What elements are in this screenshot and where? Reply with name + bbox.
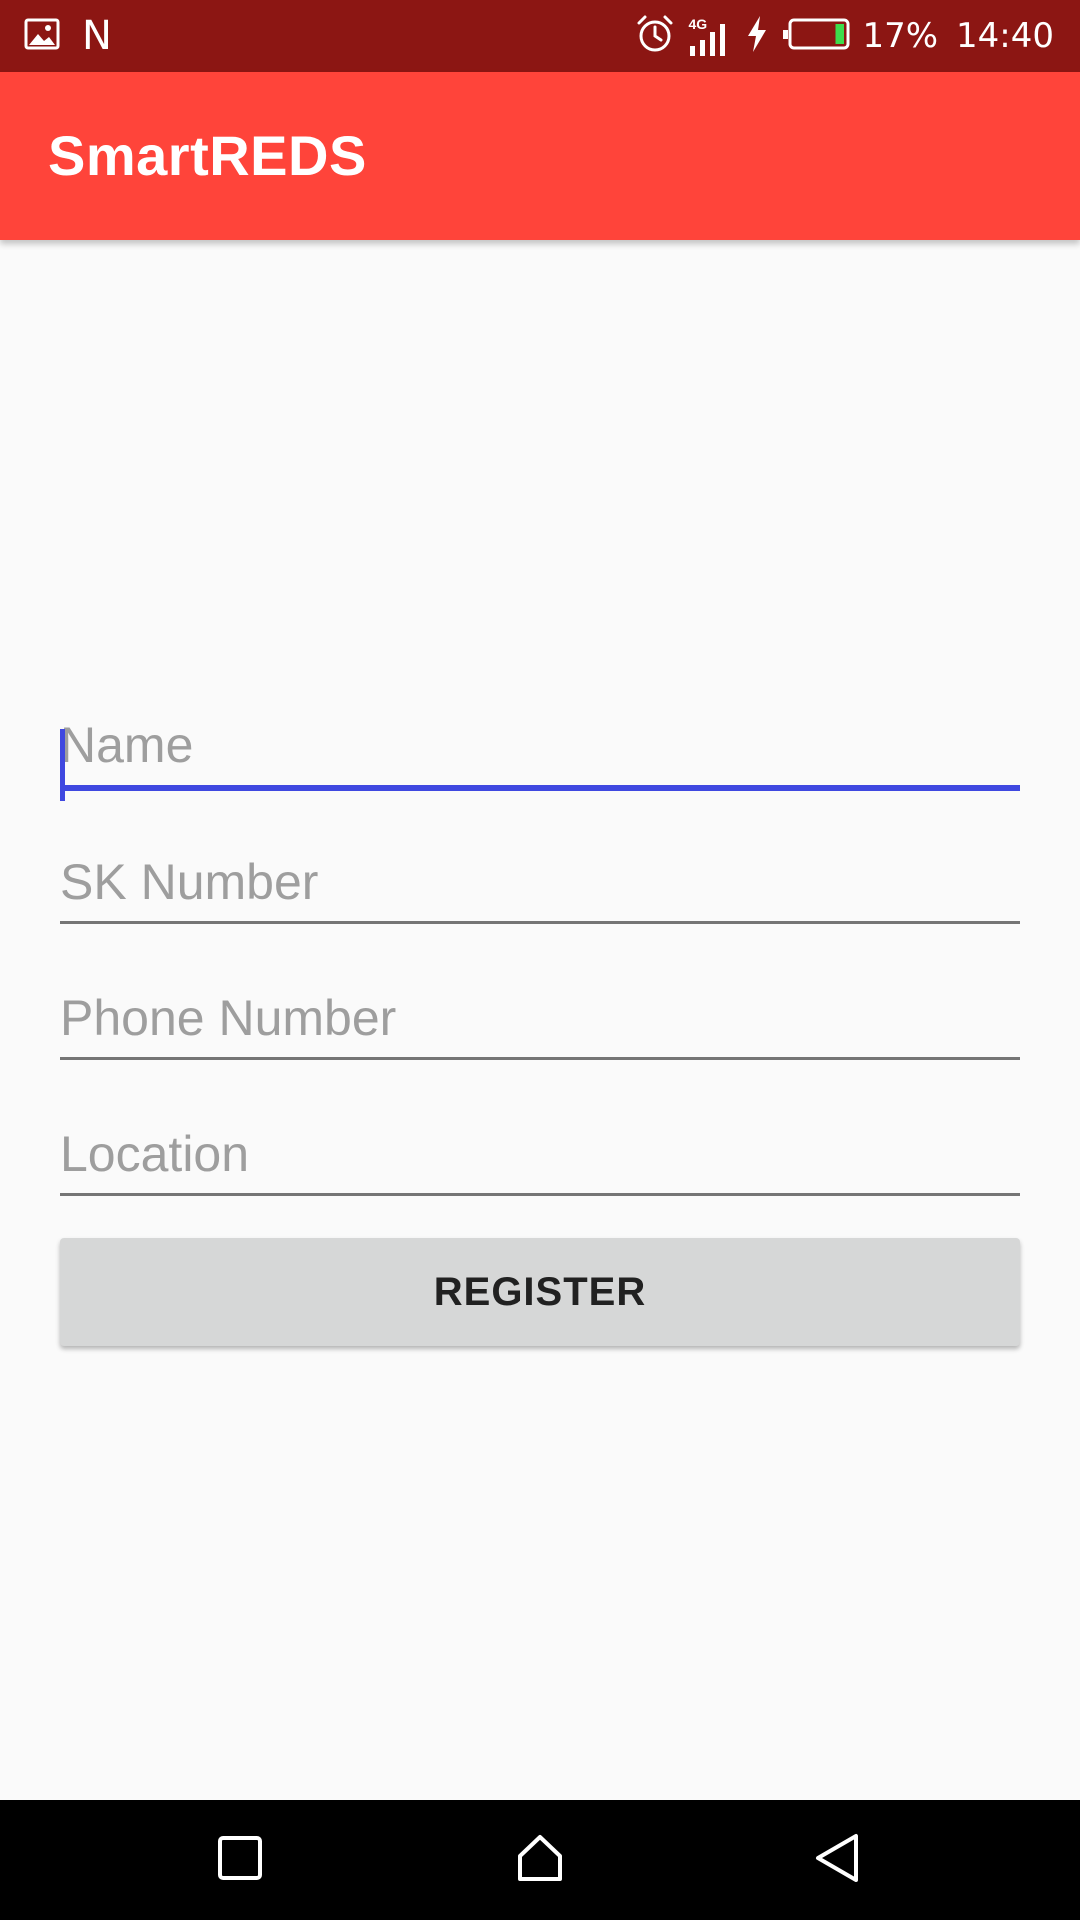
location-field[interactable] xyxy=(60,1104,1020,1204)
name-underline xyxy=(60,785,1020,791)
home-button[interactable] xyxy=(490,1810,590,1910)
alarm-icon xyxy=(634,13,676,60)
n-icon: N xyxy=(82,13,112,59)
app-bar: SmartREDS xyxy=(0,72,1080,240)
status-bar-right: 4G 17% 14:40 xyxy=(634,0,1054,72)
back-button[interactable] xyxy=(788,1810,888,1910)
clock-time: 14:40 xyxy=(956,16,1054,56)
phone-number-underline xyxy=(60,1057,1020,1060)
image-icon xyxy=(24,16,60,57)
location-input[interactable] xyxy=(60,1104,1020,1204)
charging-icon xyxy=(744,14,770,59)
status-bar-left: N xyxy=(24,0,112,72)
recents-icon xyxy=(216,1834,264,1887)
status-bar: N 4G 17% 14:40 xyxy=(0,0,1080,72)
register-button[interactable]: REGISTER xyxy=(60,1238,1020,1346)
name-field[interactable] xyxy=(60,695,1020,801)
recents-button[interactable] xyxy=(190,1810,290,1910)
battery-icon xyxy=(782,16,850,57)
battery-fill xyxy=(835,23,845,44)
sk-number-input[interactable] xyxy=(60,832,1020,932)
home-icon xyxy=(514,1832,566,1889)
phone-number-field[interactable] xyxy=(60,968,1020,1068)
phone-number-input[interactable] xyxy=(60,968,1020,1068)
name-input[interactable] xyxy=(60,695,1020,795)
battery-percent: 17% xyxy=(862,16,939,56)
back-icon xyxy=(812,1832,864,1889)
signal-4g-icon: 4G xyxy=(688,14,732,58)
navigation-bar xyxy=(0,1800,1080,1920)
location-underline xyxy=(60,1193,1020,1196)
sk-number-underline xyxy=(60,921,1020,924)
app-title: SmartREDS xyxy=(48,124,367,187)
sk-number-field[interactable] xyxy=(60,832,1020,932)
